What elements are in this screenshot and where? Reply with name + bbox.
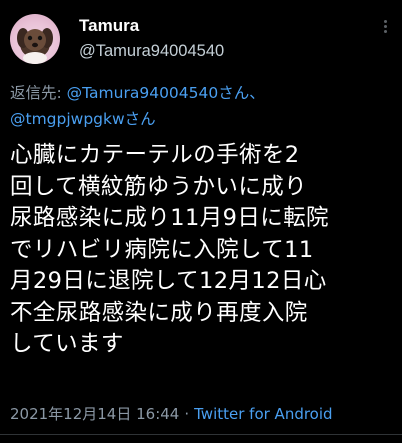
timestamp[interactable]: 2021年12月14日 16:44 (10, 405, 179, 423)
tweet-line: 尿路感染に成り11月9日に転院 (10, 205, 329, 231)
dog-icon (17, 28, 53, 64)
reply-to: 返信先: @Tamura94004540さん、 @tmgpjwpgkwさん (10, 80, 398, 132)
user-handle[interactable]: @Tamura94004540 (79, 40, 224, 62)
divider (0, 434, 402, 435)
tweet-line: 月29日に退院して12月12日心 (10, 268, 327, 294)
author-names: Tamura @Tamura94004540 (79, 16, 224, 62)
reply-mention-2[interactable]: @tmgpjwpgkwさん (10, 110, 156, 128)
tweet-line: 回して横紋筋ゆうかいに成り (10, 173, 308, 200)
meta-separator: · (184, 405, 190, 423)
avatar[interactable] (10, 14, 60, 64)
more-options-icon[interactable] (378, 20, 392, 40)
tweet-line: でリハビリ病院に入院して11 (10, 236, 314, 263)
source-link[interactable]: Twitter for Android (194, 405, 332, 423)
display-name[interactable]: Tamura (79, 16, 224, 36)
reply-mention-1[interactable]: @Tamura94004540さん、 (67, 84, 265, 102)
tweet-meta: 2021年12月14日 16:44 · Twitter for Android (10, 402, 333, 426)
reply-prefix: 返信先: (10, 84, 67, 102)
tweet: Tamura @Tamura94004540 返信先: @Tamura94004… (0, 0, 402, 443)
tweet-header: Tamura @Tamura94004540 (10, 12, 392, 64)
tweet-line: 心臓にカテーテルの手術を2 (10, 142, 300, 168)
tweet-text: 心臓にカテーテルの手術を2 回して横紋筋ゆうかいに成り 尿路感染に成り11月9日… (10, 140, 400, 361)
tweet-line: 不全尿路感染に成り再度入院 (10, 299, 308, 326)
tweet-line: しています (10, 331, 124, 357)
